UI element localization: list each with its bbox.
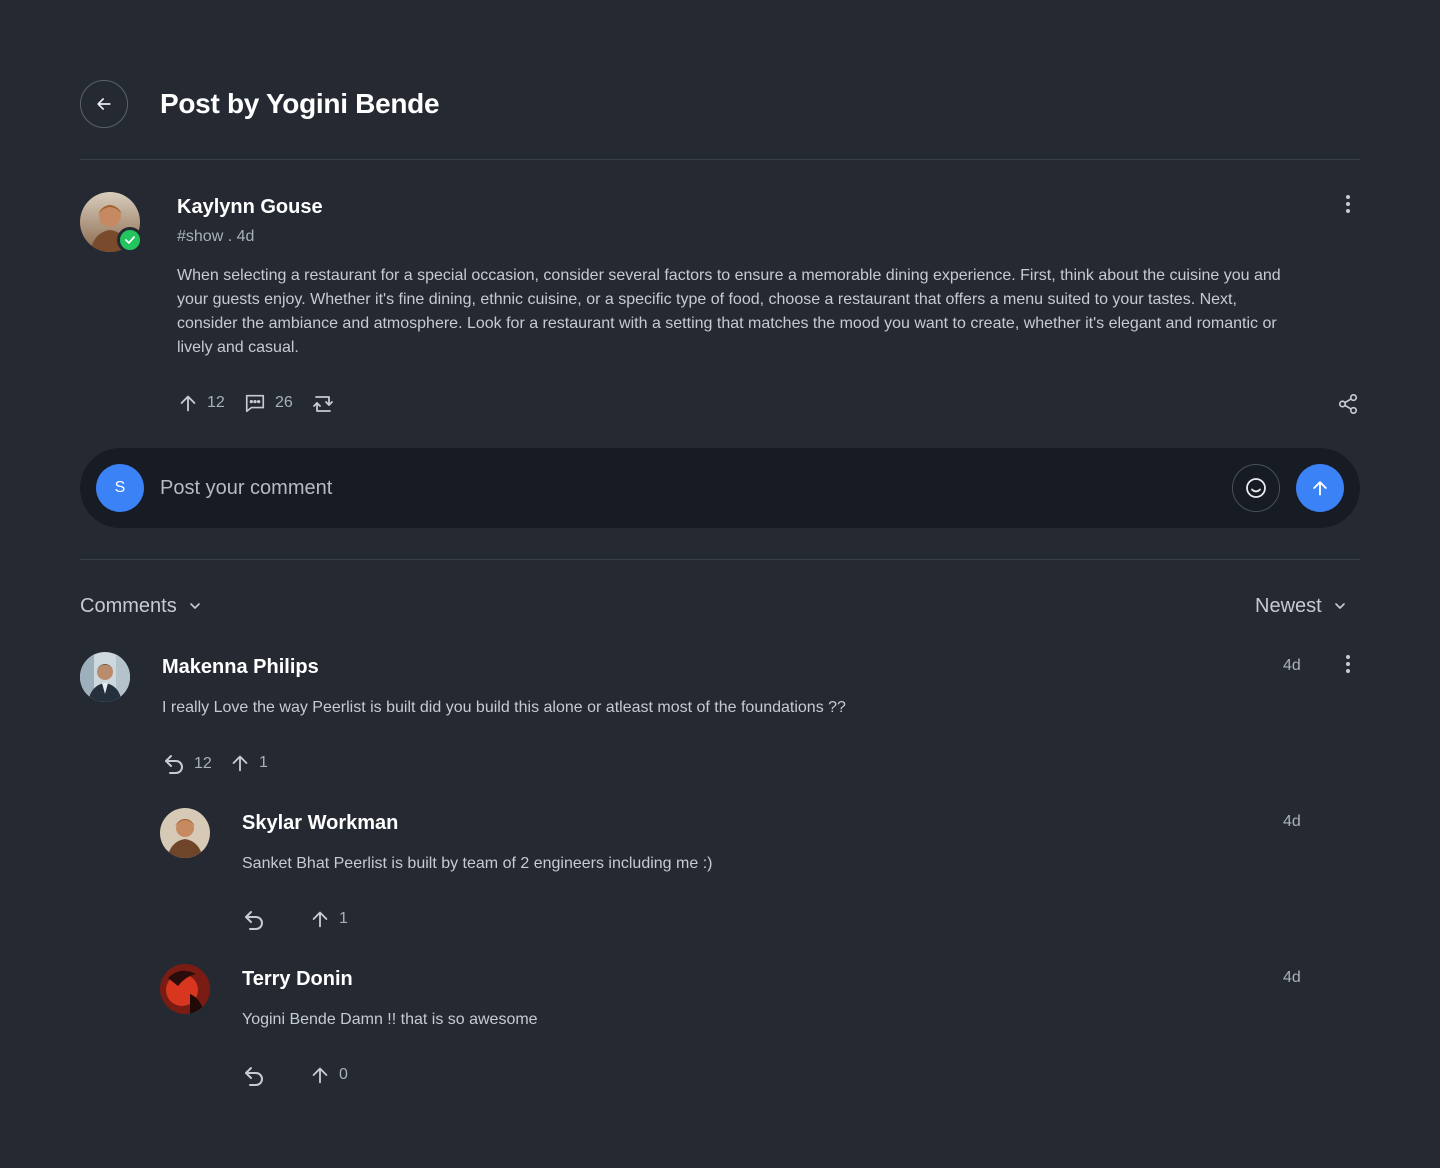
arrow-up-icon bbox=[309, 908, 331, 930]
reply-upvote-button[interactable]: 1 bbox=[309, 908, 348, 930]
sort-dropdown[interactable]: Newest bbox=[1255, 593, 1348, 619]
comment-icon bbox=[243, 392, 267, 414]
comment-avatar[interactable] bbox=[80, 652, 130, 702]
comment-reply-button[interactable]: 12 bbox=[162, 752, 212, 776]
header-divider bbox=[80, 159, 1360, 160]
post-comments-button[interactable]: 26 bbox=[243, 392, 293, 414]
arrow-up-icon bbox=[177, 392, 199, 414]
post-body: When selecting a restaurant for a specia… bbox=[177, 267, 1281, 356]
reply-reply-button[interactable] bbox=[242, 908, 266, 932]
composer-divider bbox=[80, 559, 1360, 560]
reply-author-name[interactable]: Skylar Workman bbox=[242, 810, 398, 836]
reply-avatar[interactable] bbox=[160, 808, 210, 858]
reply-icon bbox=[162, 752, 186, 776]
post-author-name[interactable]: Kaylynn Gouse bbox=[177, 194, 323, 220]
back-button[interactable] bbox=[80, 80, 128, 128]
arrow-up-icon bbox=[309, 1064, 331, 1086]
emoji-button[interactable] bbox=[1232, 464, 1280, 512]
reply-timestamp: 4d bbox=[1283, 969, 1301, 986]
comments-filter-label: Comments bbox=[80, 595, 177, 617]
send-comment-button[interactable] bbox=[1296, 464, 1344, 512]
chevron-down-icon bbox=[1332, 598, 1348, 614]
repost-icon bbox=[310, 392, 336, 416]
reply-count: 12 bbox=[194, 755, 212, 772]
post-upvote-count: 12 bbox=[207, 394, 225, 411]
sort-label: Newest bbox=[1255, 595, 1322, 617]
comment-timestamp: 4d bbox=[1283, 657, 1301, 674]
comment-text: I really Love the way Peerlist is built … bbox=[162, 699, 846, 716]
page-title: Post by Yogini Bende bbox=[160, 88, 440, 119]
reply-text: Sanket Bhat Peerlist is built by team of… bbox=[242, 855, 713, 872]
repost-button[interactable] bbox=[310, 392, 336, 416]
post-meta: #show . 4d bbox=[177, 228, 255, 245]
arrow-left-icon bbox=[94, 94, 114, 114]
current-user-avatar: S bbox=[96, 464, 144, 512]
smiley-icon bbox=[1244, 476, 1268, 500]
reply-upvote-count: 0 bbox=[339, 1066, 348, 1083]
reply-author-name[interactable]: Terry Donin bbox=[242, 966, 353, 992]
comment-author-name[interactable]: Makenna Philips bbox=[162, 654, 319, 680]
share-icon[interactable] bbox=[1336, 392, 1360, 416]
reply-text: Yogini Bende Damn !! that is so awesome bbox=[242, 1011, 538, 1028]
comment-upvote-count: 1 bbox=[259, 754, 268, 771]
post-comment-count: 26 bbox=[275, 394, 293, 411]
comment-more-options-icon[interactable] bbox=[1336, 652, 1360, 676]
reply-reply-button[interactable] bbox=[242, 1064, 266, 1088]
comment-upvote-button[interactable]: 1 bbox=[229, 752, 268, 774]
reply-icon bbox=[242, 908, 266, 932]
reply-icon bbox=[242, 1064, 266, 1088]
verified-badge-icon bbox=[117, 227, 143, 253]
reply-avatar[interactable] bbox=[160, 964, 210, 1014]
comments-filter-dropdown[interactable]: Comments bbox=[80, 593, 203, 619]
chevron-down-icon bbox=[187, 598, 203, 614]
post-upvote-button[interactable]: 12 bbox=[177, 392, 225, 414]
arrow-up-icon bbox=[1310, 478, 1330, 498]
comment-input[interactable] bbox=[160, 468, 1210, 508]
arrow-up-icon bbox=[229, 752, 251, 774]
reply-upvote-button[interactable]: 0 bbox=[309, 1064, 348, 1086]
reply-timestamp: 4d bbox=[1283, 813, 1301, 830]
reply-upvote-count: 1 bbox=[339, 910, 348, 927]
post-more-options-icon[interactable] bbox=[1336, 192, 1360, 216]
